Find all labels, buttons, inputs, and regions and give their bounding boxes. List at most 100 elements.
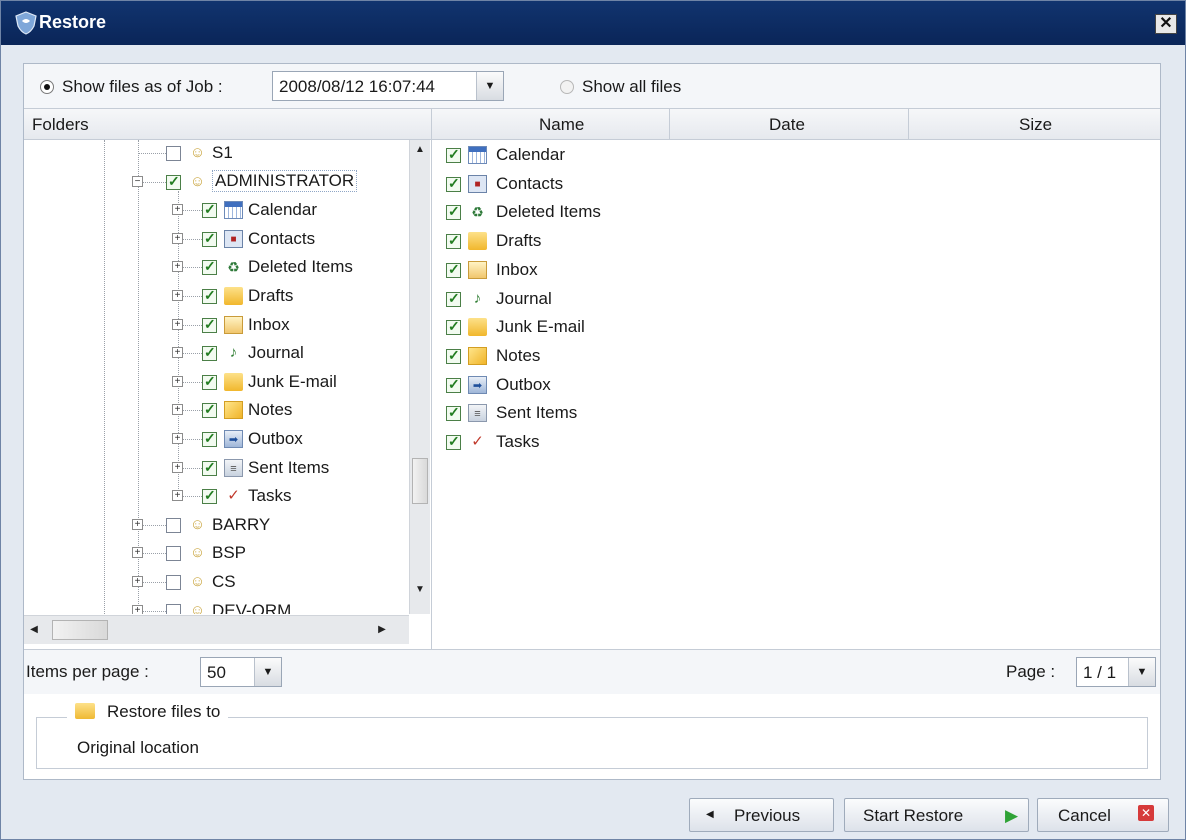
previous-button[interactable]: ◀ Previous: [689, 798, 834, 832]
expand-toggle-icon[interactable]: +: [132, 518, 143, 530]
tree-item-contacts[interactable]: + ■ Contacts: [24, 226, 402, 254]
start-restore-button[interactable]: Start Restore ▶: [844, 798, 1029, 832]
tree-item-deleted-items[interactable]: + ♻ Deleted Items: [24, 254, 402, 282]
tree-item-checkbox[interactable]: [166, 546, 181, 562]
expand-toggle-icon[interactable]: +: [172, 290, 183, 301]
file-checkbox[interactable]: [446, 404, 461, 422]
file-checkbox[interactable]: [446, 347, 461, 364]
tree-item-notes[interactable]: + Notes: [24, 397, 402, 425]
tree-item-bsp[interactable]: + ☺ BSP: [24, 540, 402, 568]
tree-item-checkbox[interactable]: [166, 173, 181, 190]
tree-item-checkbox[interactable]: [202, 287, 217, 304]
file-row[interactable]: Calendar: [446, 142, 1146, 170]
tree-item-inbox[interactable]: + Inbox: [24, 312, 402, 340]
expand-toggle-icon[interactable]: +: [172, 204, 183, 216]
job-date-select[interactable]: 2008/08/12 16:07:44 ▼: [272, 71, 504, 101]
scrollbar-thumb[interactable]: [52, 620, 108, 640]
show-files-as-of-job-label[interactable]: Show files as of Job :: [62, 77, 223, 97]
file-row[interactable]: ≡ Sent Items: [446, 400, 1146, 428]
tree-item-drafts[interactable]: + Drafts: [24, 283, 402, 311]
scroll-left-icon[interactable]: ◀: [24, 620, 44, 640]
column-header-date[interactable]: Date: [769, 115, 805, 135]
tree-item-cs[interactable]: + ☺ CS: [24, 569, 402, 597]
scroll-down-icon[interactable]: ▼: [410, 580, 430, 600]
page-select[interactable]: 1 / 1 ▼: [1076, 657, 1156, 687]
expand-toggle-icon[interactable]: +: [172, 490, 183, 502]
file-checkbox[interactable]: [446, 261, 461, 278]
tree-item-junk-e-mail[interactable]: + Junk E-mail: [24, 369, 402, 397]
collapse-toggle-icon[interactable]: −: [132, 175, 143, 187]
tree-horizontal-scrollbar[interactable]: ◀ ▶: [24, 615, 409, 644]
tree-item-dev-orm[interactable]: + ☺ DEV-ORM: [24, 598, 402, 614]
expand-toggle-icon[interactable]: +: [172, 318, 183, 330]
tree-item-checkbox[interactable]: [202, 487, 217, 505]
scrollbar-thumb[interactable]: [412, 458, 428, 504]
file-row[interactable]: Notes: [446, 343, 1146, 371]
file-checkbox[interactable]: [446, 203, 461, 221]
tree-item-checkbox[interactable]: [202, 230, 217, 247]
close-button[interactable]: ✕: [1155, 14, 1177, 34]
tree-item-checkbox[interactable]: [202, 316, 217, 333]
file-checkbox[interactable]: [446, 318, 461, 336]
folder-tree[interactable]: ☺ S1 − ☺ ADMINISTRATOR + Calendar + ■ Contacts + ♻ D…: [24, 140, 402, 614]
file-checkbox[interactable]: [446, 376, 461, 393]
tree-item-tasks[interactable]: + ✓ Tasks: [24, 483, 402, 511]
file-row[interactable]: ■ Contacts: [446, 171, 1146, 199]
column-divider[interactable]: [908, 109, 909, 139]
file-checkbox[interactable]: [446, 146, 461, 163]
expand-toggle-icon[interactable]: +: [172, 261, 183, 273]
chevron-down-icon[interactable]: ▼: [254, 658, 281, 686]
expand-toggle-icon[interactable]: +: [172, 375, 183, 387]
cancel-button[interactable]: Cancel ✕: [1037, 798, 1169, 832]
file-checkbox[interactable]: [446, 433, 461, 450]
file-list[interactable]: Calendar ■ Contacts ♻ Deleted Items Drafts Inb…: [434, 140, 1160, 649]
tree-item-calendar[interactable]: + Calendar: [24, 197, 402, 225]
tree-item-checkbox[interactable]: [202, 258, 217, 276]
file-row[interactable]: Inbox: [446, 257, 1146, 285]
expand-toggle-icon[interactable]: +: [172, 433, 183, 444]
tree-item-checkbox[interactable]: [202, 344, 217, 362]
chevron-down-icon[interactable]: ▼: [476, 72, 503, 100]
tree-item-checkbox[interactable]: [202, 373, 217, 390]
tree-item-outbox[interactable]: + ➡ Outbox: [24, 426, 402, 454]
tree-item-checkbox[interactable]: [202, 401, 217, 419]
tree-item-checkbox[interactable]: [202, 430, 217, 447]
file-row[interactable]: Drafts: [446, 228, 1146, 256]
file-checkbox[interactable]: [446, 232, 461, 250]
file-row[interactable]: ➡ Outbox: [446, 372, 1146, 400]
scroll-up-icon[interactable]: ▲: [410, 140, 430, 160]
tree-vertical-scrollbar[interactable]: ▲ ▼: [409, 140, 430, 614]
tree-item-journal[interactable]: + ♪ Journal: [24, 340, 402, 368]
tree-item-checkbox[interactable]: [166, 146, 181, 161]
expand-toggle-icon[interactable]: +: [172, 461, 183, 473]
file-row[interactable]: ♻ Deleted Items: [446, 199, 1146, 227]
expand-toggle-icon[interactable]: +: [172, 347, 183, 359]
tree-item-administrator[interactable]: − ☺ ADMINISTRATOR: [24, 169, 402, 197]
expand-toggle-icon[interactable]: +: [132, 576, 143, 587]
file-row[interactable]: ✓ Tasks: [446, 429, 1146, 457]
show-all-files-label[interactable]: Show all files: [582, 77, 681, 97]
tree-item-checkbox[interactable]: [202, 459, 217, 476]
tree-item-checkbox[interactable]: [202, 201, 217, 219]
file-checkbox[interactable]: [446, 290, 461, 307]
tree-item-s1[interactable]: ☺ S1: [24, 140, 402, 168]
items-per-page-select[interactable]: 50 ▼: [200, 657, 282, 687]
pane-divider[interactable]: [431, 140, 432, 649]
tree-item-checkbox[interactable]: [166, 575, 181, 590]
tree-item-sent-items[interactable]: + ≡ Sent Items: [24, 455, 402, 483]
expand-toggle-icon[interactable]: +: [172, 232, 183, 244]
column-header-name[interactable]: Name: [539, 115, 584, 135]
file-row[interactable]: ♪ Journal: [446, 286, 1146, 314]
tree-item-checkbox[interactable]: [166, 517, 181, 533]
column-header-size[interactable]: Size: [1019, 115, 1052, 135]
file-checkbox[interactable]: [446, 175, 461, 192]
expand-toggle-icon[interactable]: +: [132, 547, 143, 559]
scroll-right-icon[interactable]: ▶: [372, 620, 392, 640]
file-row[interactable]: Junk E-mail: [446, 314, 1146, 342]
tree-item-barry[interactable]: + ☺ BARRY: [24, 512, 402, 540]
show-files-as-of-job-radio[interactable]: [40, 80, 54, 94]
show-all-files-radio[interactable]: [560, 80, 574, 94]
column-divider[interactable]: [669, 109, 670, 139]
expand-toggle-icon[interactable]: +: [132, 604, 143, 614]
tree-item-checkbox[interactable]: [166, 603, 181, 614]
